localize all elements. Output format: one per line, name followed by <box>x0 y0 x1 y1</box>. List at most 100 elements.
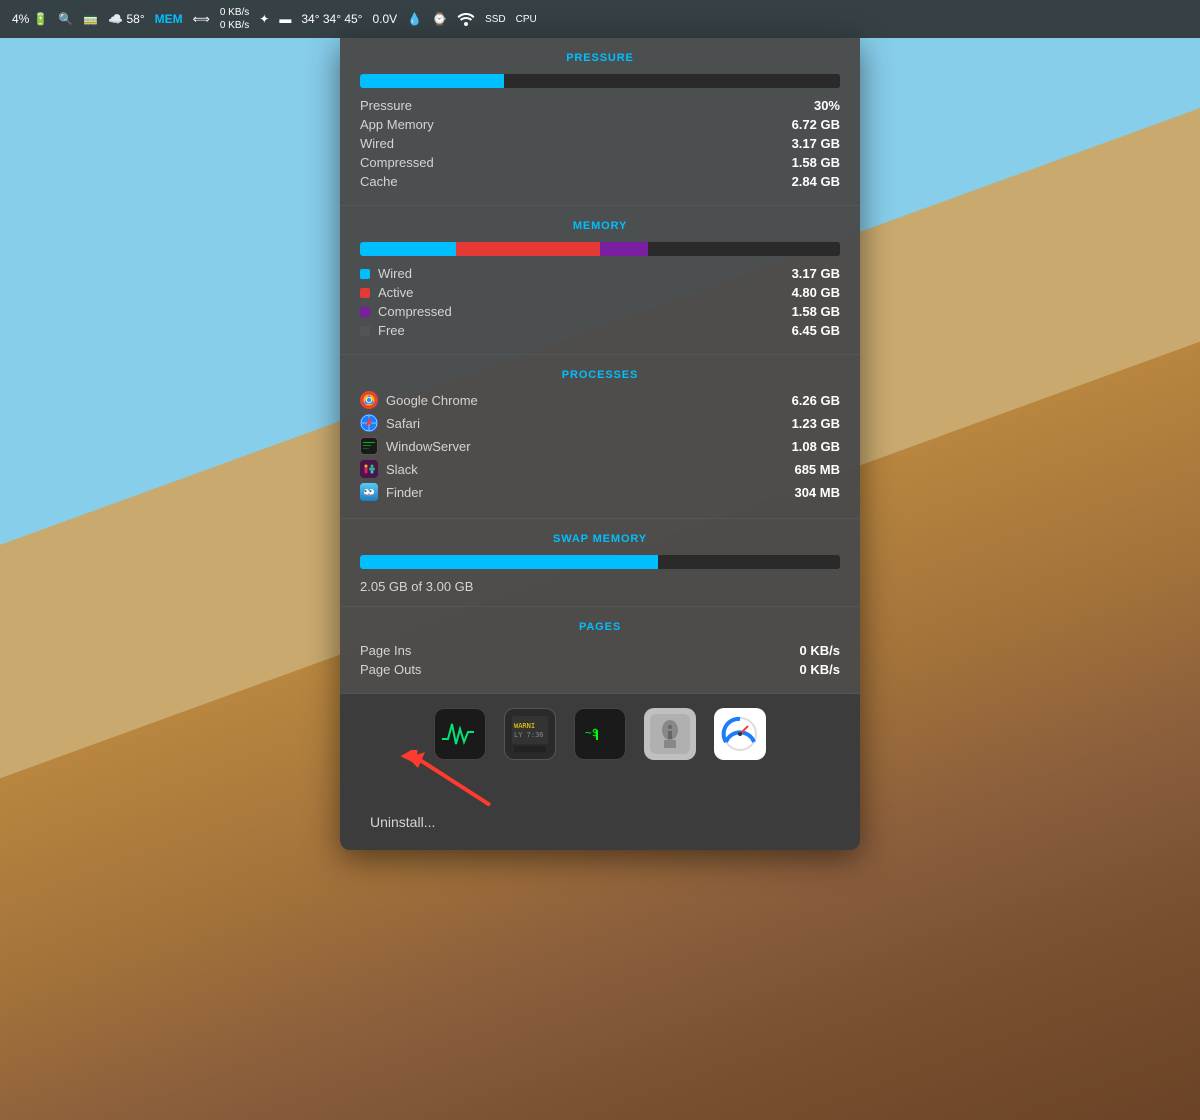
wired-memory-row: Wired 3.17 GB <box>360 266 840 281</box>
pressure-fill <box>360 74 504 88</box>
wired-memory-value: 3.17 GB <box>792 266 840 281</box>
wired-memory-label: Wired <box>360 266 412 281</box>
battery-percent-text: 4% <box>12 12 29 26</box>
active-value: 4.80 GB <box>792 285 840 300</box>
system-info-icon[interactable] <box>644 708 696 760</box>
watch-icon: ⌚ <box>432 12 447 26</box>
cache-label: Cache <box>360 174 398 189</box>
pressure-title: PRESSURE <box>360 52 840 64</box>
page-ins-value: 0 KB/s <box>800 643 840 658</box>
pages-title: PAGES <box>360 621 840 633</box>
search-icon[interactable]: 🔍 <box>58 12 73 26</box>
chrome-row: Google Chrome 6.26 GB <box>360 391 840 409</box>
misc-icon: ✦ <box>259 12 269 26</box>
processes-section: PROCESSES Google Chrome 6.26 GB <box>340 355 860 519</box>
transit-icon: 🚃 <box>83 12 98 26</box>
resize-icon: ⟺ <box>193 12 210 26</box>
free-row: Free 6.45 GB <box>360 323 840 338</box>
display-icon: ▬ <box>279 12 291 26</box>
app-memory-value: 6.72 GB <box>792 117 840 132</box>
safari-icon <box>360 414 378 432</box>
drop-icon: 💧 <box>407 12 422 26</box>
uninstall-label[interactable]: Uninstall... <box>370 814 435 830</box>
active-segment <box>456 242 600 256</box>
weather-widget: ☁️ 58° <box>108 12 144 26</box>
pressure-value: 30% <box>814 98 840 113</box>
network-speed: 0 KB/s0 KB/s <box>220 6 249 32</box>
chrome-icon <box>360 391 378 409</box>
svg-text:LY 7:36: LY 7:36 <box>514 731 544 739</box>
chrome-value: 6.26 GB <box>792 393 840 408</box>
battery-icon: 🔋 <box>33 12 48 26</box>
swap-section: SWAP MEMORY 2.05 GB of 3.00 GB <box>340 519 860 607</box>
compressed-dot <box>360 307 370 317</box>
memory-bar <box>360 242 840 256</box>
compressed-memory-row: Compressed 1.58 GB <box>360 304 840 319</box>
terminal-icon[interactable]: ~$ <box>574 708 626 760</box>
free-dot <box>360 326 370 336</box>
arrow-indicator-area <box>360 770 840 810</box>
slack-row: Slack 685 MB <box>360 460 840 478</box>
processes-title: PROCESSES <box>360 369 840 381</box>
app-memory-row: App Memory 6.72 GB <box>360 117 840 132</box>
compressed-memory-label: Compressed <box>360 304 452 319</box>
chrome-label: Google Chrome <box>360 391 478 409</box>
memory-title: MEMORY <box>360 220 840 232</box>
wifi-icon <box>457 12 475 26</box>
compressed-memory-value: 1.58 GB <box>792 304 840 319</box>
temp-readings: 34° 34° 45° <box>301 12 362 26</box>
page-outs-label: Page Outs <box>360 662 421 677</box>
pages-section: PAGES Page Ins 0 KB/s Page Outs 0 KB/s <box>340 607 860 694</box>
pressure-bar <box>360 74 840 88</box>
pressure-row: Pressure 30% <box>360 98 840 113</box>
finder-value: 304 MB <box>794 485 840 500</box>
finder-label: Finder <box>360 483 423 501</box>
slack-icon <box>360 460 378 478</box>
wired-dot <box>360 269 370 279</box>
windowserver-row: WindowServer 1.08 GB <box>360 437 840 455</box>
page-ins-row: Page Ins 0 KB/s <box>360 643 840 658</box>
active-row: Active 4.80 GB <box>360 285 840 300</box>
memory-section: MEMORY Wired 3.17 GB Active 4.80 GB Com <box>340 206 860 355</box>
red-arrow <box>390 750 570 810</box>
slack-label: Slack <box>360 460 418 478</box>
free-value: 6.45 GB <box>792 323 840 338</box>
swap-bar <box>360 555 840 569</box>
page-outs-row: Page Outs 0 KB/s <box>360 662 840 677</box>
memory-popup: PRESSURE Pressure 30% App Memory 6.72 GB… <box>340 38 860 850</box>
compressed-segment <box>600 242 648 256</box>
wired-segment <box>360 242 456 256</box>
page-ins-label: Page Ins <box>360 643 411 658</box>
uninstall-row[interactable]: Uninstall... <box>360 814 840 838</box>
svg-text:WARNI: WARNI <box>514 722 535 730</box>
compressed-pressure-value: 1.58 GB <box>792 155 840 170</box>
pressure-empty <box>504 74 840 88</box>
pressure-label: Pressure <box>360 98 412 113</box>
istat-menus-icon[interactable] <box>714 708 766 760</box>
safari-row: Safari 1.23 GB <box>360 414 840 432</box>
windowserver-value: 1.08 GB <box>792 439 840 454</box>
finder-icon <box>360 483 378 501</box>
mem-widget[interactable]: MEM <box>155 12 183 26</box>
pressure-section: PRESSURE Pressure 30% App Memory 6.72 GB… <box>340 38 860 206</box>
swap-fill <box>360 555 658 569</box>
compressed-pressure-label: Compressed <box>360 155 434 170</box>
swap-text: 2.05 GB of 3.00 GB <box>360 579 840 594</box>
compressed-pressure-row: Compressed 1.58 GB <box>360 155 840 170</box>
cache-value: 2.84 GB <box>792 174 840 189</box>
swap-empty <box>658 555 840 569</box>
free-label: Free <box>360 323 405 338</box>
battery-indicator: 4% 🔋 <box>12 12 48 26</box>
active-dot <box>360 288 370 298</box>
app-memory-label: App Memory <box>360 117 434 132</box>
swap-title: SWAP MEMORY <box>360 533 840 545</box>
ssd-indicator: SSD <box>485 14 506 25</box>
slack-value: 685 MB <box>794 462 840 477</box>
wired-pressure-row: Wired 3.17 GB <box>360 136 840 151</box>
menubar: 4% 🔋 🔍 🚃 ☁️ 58° MEM ⟺ 0 KB/s0 KB/s ✦ ▬ 3… <box>0 0 1200 38</box>
wired-pressure-value: 3.17 GB <box>792 136 840 151</box>
active-label: Active <box>360 285 413 300</box>
finder-row: Finder 304 MB <box>360 483 840 501</box>
dock-section: WARNI LY 7:36 ~$ <box>340 694 860 850</box>
voltage-reading: 0.0V <box>372 12 397 26</box>
